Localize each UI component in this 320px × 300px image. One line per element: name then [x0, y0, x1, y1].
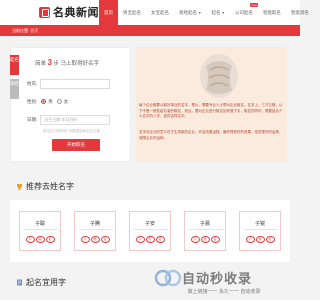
gender-label: 性别: — [27, 98, 38, 104]
name-card-title: 子锐 — [254, 221, 265, 227]
chip-group: 子 锐 名 — [240, 236, 280, 243]
char-chip: 子 — [190, 236, 200, 243]
divider — [189, 229, 223, 230]
main-nav: 首页 男宝起名 女宝起名 易经起名▼ 起名▼ 公司起名 new 智能取名 智能测名 — [99, 0, 314, 25]
name-card-title: 子晨 — [199, 221, 210, 227]
gender-female-label[interactable]: 女 — [64, 99, 69, 105]
nav-item-home[interactable]: 首页 — [99, 0, 118, 25]
char-chip: 锐 — [255, 236, 265, 243]
form-header: 简单 3 步 马上取得好名字 — [35, 58, 100, 67]
char-chip: 名 — [100, 236, 110, 243]
step-count: 3 — [47, 58, 52, 67]
gender-female-radio[interactable] — [56, 99, 62, 104]
nav-item-naming[interactable]: 起名▼ — [206, 0, 229, 25]
name-card[interactable]: 子腾 子 腾 名 — [74, 211, 116, 251]
gender-male-radio[interactable] — [41, 99, 47, 104]
breadcrumb-bar: 当前位置: 首页 — [0, 25, 300, 36]
new-badge: new — [250, 3, 258, 7]
top-bar: 名典新闻 首页 男宝起名 女宝起名 易经起名▼ 起名▼ 公司起名 new 智能取名… — [0, 0, 309, 25]
gender-male-label[interactable]: 男 — [48, 99, 53, 105]
document-icon — [17, 279, 22, 286]
char-chip: 名 — [45, 236, 55, 243]
scroll-illustration-icon — [200, 54, 238, 98]
chip-group: 子 晨 名 — [185, 236, 225, 243]
breadcrumb: 当前位置: 首页 — [12, 25, 38, 36]
char-chip: 晨 — [200, 236, 210, 243]
divider — [244, 229, 278, 230]
logo-icon — [39, 6, 50, 18]
chip-group: 子 聪 名 — [20, 236, 60, 243]
nav-item-yijing[interactable]: 易经起名▼ — [174, 0, 206, 25]
char-chip: 子 — [80, 236, 90, 243]
char-chip: 名 — [265, 236, 275, 243]
chevron-down-icon: ▼ — [221, 11, 225, 15]
tab-naming[interactable]: 起名 — [10, 55, 19, 75]
nav-item-smart-naming[interactable]: 智能取名 — [258, 0, 286, 25]
nav-item-girl[interactable]: 女宝起名 — [146, 0, 174, 25]
divider — [79, 229, 113, 230]
surname-label: 姓氏: — [27, 80, 38, 86]
nav-item-smart-test[interactable]: 智能测名 — [286, 0, 314, 25]
char-chip: 名 — [155, 236, 165, 243]
char-chip: 安 — [145, 236, 155, 243]
breadcrumb-label: 当前位置: — [12, 28, 30, 33]
char-chip: 子 — [25, 236, 35, 243]
watermark: 自动秒收录 做上链接一一 永久一一 自动收录 — [154, 266, 294, 300]
watermark-logo-icon — [154, 269, 182, 287]
name-card[interactable]: 子锐 子 锐 名 — [239, 211, 281, 251]
surname-input[interactable] — [40, 78, 111, 89]
logo-text: 名典新闻 — [53, 7, 99, 19]
nav-item-company[interactable]: 公司起名 new — [230, 0, 258, 25]
name-card[interactable]: 子安 子 安 名 — [129, 211, 171, 251]
naming-chars-section-title: 起名宜用字 — [16, 277, 66, 288]
tab-testing[interactable]: 测名 — [10, 79, 19, 99]
chip-group: 子 安 名 — [130, 236, 170, 243]
divider — [134, 229, 168, 230]
char-chip: 腾 — [90, 236, 100, 243]
char-chip: 子 — [245, 236, 255, 243]
char-chip: 名 — [210, 236, 220, 243]
birth-date-input[interactable]: 出生日期 年月日时 — [40, 114, 111, 125]
birth-label: 日期: — [27, 116, 38, 122]
char-chip: 聪 — [35, 236, 45, 243]
nav-item-boy[interactable]: 男宝起名 — [118, 0, 146, 25]
intro-paragraph-2: 名字对企业的意义在于生成新的企业，开启改善运程，最终得到好的效果，给您更好的运势… — [139, 130, 283, 140]
chevron-down-icon: ▼ — [198, 11, 202, 15]
recommend-section-title: 推荐去姓名字 — [16, 181, 74, 192]
char-chip: 子 — [135, 236, 145, 243]
intro-paragraph-1: 每个企业都要以取好事业的名字，是以，需要专业人士帮对企业取名，名字上，三才五格，… — [139, 103, 283, 118]
name-card-title: 子安 — [144, 221, 155, 227]
name-card[interactable]: 子晨 子 晨 名 — [184, 211, 226, 251]
name-card-title: 子聪 — [34, 221, 45, 227]
surname-row: 姓氏: — [27, 78, 111, 89]
divider — [24, 229, 58, 230]
start-naming-button[interactable]: 开始取名 — [52, 139, 100, 151]
chip-group: 子 腾 名 — [75, 236, 115, 243]
name-card[interactable]: 子聪 子 聪 名 — [19, 211, 61, 251]
site-logo[interactable]: 名典新闻 — [39, 5, 99, 19]
birth-row: 日期: 出生日期 年月日时 — [27, 114, 111, 125]
watermark-title: 自动秒收录 — [182, 271, 253, 286]
breadcrumb-current[interactable]: 首页 — [30, 28, 38, 33]
name-card-title: 子腾 — [89, 221, 100, 227]
form-hint: 若出生日期未知 可暂缓选择出生日期 — [43, 129, 100, 133]
gender-row: 性别: 男 女 — [27, 96, 68, 107]
trophy-icon — [17, 184, 22, 190]
watermark-subtitle: 做上链接一一 永久一一 自动收录 — [187, 289, 261, 295]
